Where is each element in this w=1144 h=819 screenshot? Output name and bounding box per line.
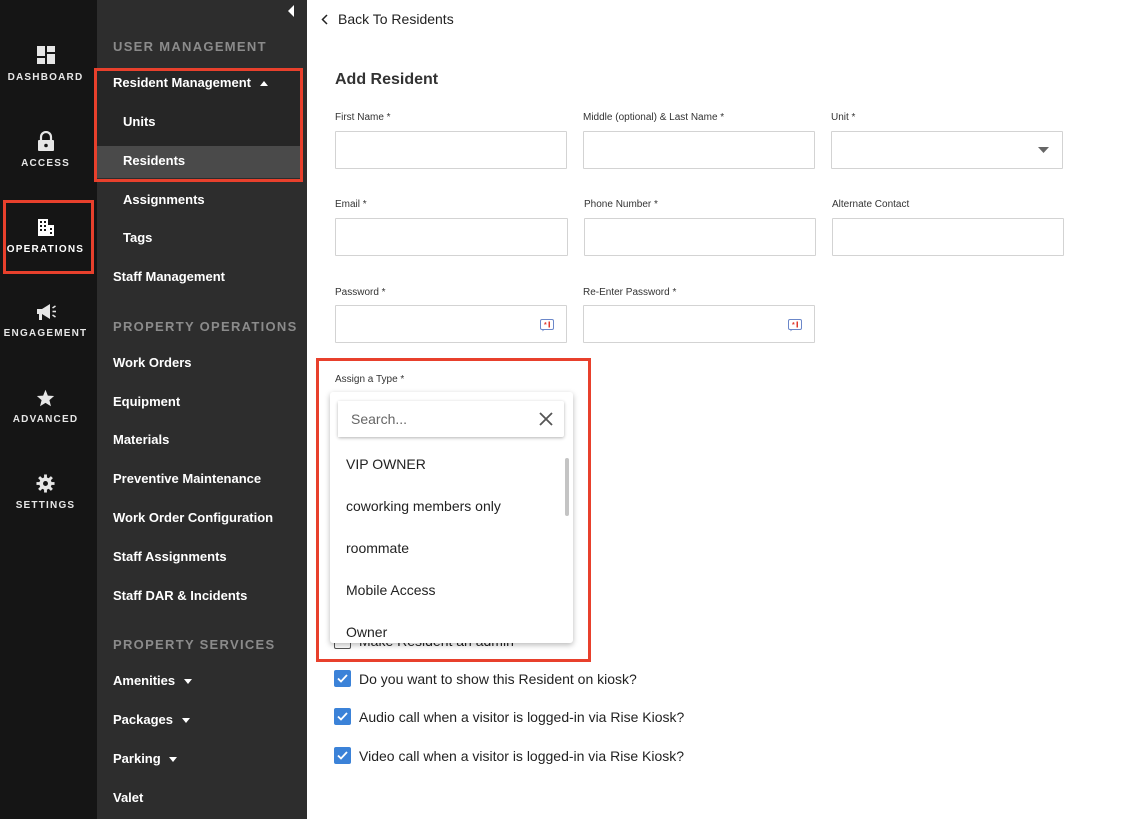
megaphone-icon (36, 304, 56, 320)
nav-amenities[interactable]: Amenities (113, 673, 192, 688)
nav-parking-label: Parking (113, 751, 161, 766)
email-label: Email * (335, 199, 367, 210)
chevron-left-icon (321, 13, 328, 25)
collapse-arrow-icon (288, 5, 294, 17)
password-label: Password * (335, 287, 386, 298)
star-icon (36, 389, 55, 407)
section-property-services: PROPERTY SERVICES (113, 637, 276, 652)
nav-equipment[interactable]: Equipment (113, 394, 180, 409)
nav-work-order-configuration[interactable]: Work Order Configuration (113, 510, 273, 525)
reenter-password-field[interactable]: * (583, 305, 815, 343)
middle-last-name-field[interactable] (583, 131, 815, 169)
main-content: Back To Residents Add Resident First Nam… (307, 0, 1144, 819)
rail-access-label: ACCESS (21, 158, 70, 169)
phone-input[interactable] (585, 219, 815, 255)
video-call-checkbox[interactable] (334, 747, 351, 764)
back-to-residents-link[interactable]: Back To Residents (321, 11, 454, 27)
section-property-operations: PROPERTY OPERATIONS (113, 319, 298, 334)
operations-highlight-box (3, 200, 94, 274)
show-on-kiosk-checkbox[interactable] (334, 670, 351, 687)
icon-rail: DASHBOARD ACCESS OPERATIONS ENGAGEMENT A… (0, 0, 97, 819)
middle-last-name-input[interactable] (584, 132, 814, 168)
video-call-row[interactable]: Video call when a visitor is logged-in v… (334, 747, 684, 764)
nav-preventive-maintenance[interactable]: Preventive Maintenance (113, 471, 261, 486)
section-user-management: USER MANAGEMENT (113, 39, 267, 54)
nav-packages-label: Packages (113, 712, 173, 727)
rail-settings-label: SETTINGS (15, 500, 76, 511)
password-manager-icon: * (540, 319, 554, 332)
nav-tags[interactable]: Tags (123, 230, 152, 245)
unit-label: Unit * (831, 112, 856, 123)
back-link-label: Back To Residents (338, 11, 454, 27)
audio-call-label: Audio call when a visitor is logged-in v… (359, 708, 685, 725)
secondary-nav: USER MANAGEMENT Resident Management Unit… (94, 0, 307, 819)
caret-down-icon (1038, 147, 1049, 153)
rail-advanced-label: ADVANCED (12, 414, 79, 425)
alternate-contact-label: Alternate Contact (832, 199, 910, 210)
first-name-label: First Name * (335, 112, 391, 123)
first-name-input[interactable] (336, 132, 566, 168)
nav-staff-management[interactable]: Staff Management (113, 269, 225, 284)
audio-call-checkbox[interactable] (334, 708, 351, 725)
audio-call-row[interactable]: Audio call when a visitor is logged-in v… (334, 708, 684, 725)
show-on-kiosk-row[interactable]: Do you want to show this Resident on kio… (334, 670, 637, 687)
collapse-sidebar-button[interactable] (287, 4, 295, 22)
gear-icon (36, 474, 55, 493)
rail-access[interactable]: ACCESS (0, 131, 91, 169)
password-field[interactable]: * (335, 305, 567, 343)
svg-text:*: * (544, 322, 547, 329)
nav-staff-dar[interactable]: Staff DAR & Incidents (113, 588, 247, 603)
middle-last-name-label: Middle (optional) & Last Name * (583, 112, 725, 123)
email-field[interactable] (335, 218, 568, 256)
dashboard-icon (36, 46, 55, 64)
password-manager-icon: * (788, 319, 802, 332)
resident-management-highlight-box (94, 68, 303, 182)
reenter-password-label: Re-Enter Password * (583, 287, 677, 298)
rail-dashboard[interactable]: DASHBOARD (0, 45, 91, 83)
nav-packages[interactable]: Packages (113, 712, 190, 727)
nav-amenities-label: Amenities (113, 673, 176, 688)
alternate-contact-field[interactable] (832, 218, 1064, 256)
check-icon (337, 674, 348, 683)
unit-select[interactable] (831, 131, 1063, 169)
rail-dashboard-label: DASHBOARD (7, 72, 84, 83)
caret-down-icon (181, 718, 190, 724)
phone-label: Phone Number * (584, 199, 658, 210)
rail-engagement-label: ENGAGEMENT (3, 328, 88, 339)
show-on-kiosk-label: Do you want to show this Resident on kio… (359, 670, 637, 687)
rail-advanced[interactable]: ADVANCED (0, 389, 91, 425)
page-title: Add Resident (335, 71, 439, 88)
rail-settings[interactable]: SETTINGS (0, 474, 91, 511)
lock-icon (37, 131, 54, 151)
check-icon (337, 751, 348, 760)
nav-parking[interactable]: Parking (113, 751, 178, 766)
alternate-contact-input[interactable] (833, 219, 1063, 255)
rail-engagement[interactable]: ENGAGEMENT (0, 303, 91, 339)
video-call-label: Video call when a visitor is logged-in v… (359, 747, 685, 764)
nav-staff-assignments[interactable]: Staff Assignments (113, 549, 227, 564)
nav-valet[interactable]: Valet (113, 790, 143, 805)
caret-down-icon (169, 757, 178, 763)
nav-materials[interactable]: Materials (113, 432, 169, 447)
phone-field[interactable] (584, 218, 816, 256)
nav-assignments[interactable]: Assignments (123, 192, 205, 207)
check-icon (337, 712, 348, 721)
nav-work-orders[interactable]: Work Orders (113, 355, 192, 370)
caret-down-icon (183, 679, 192, 685)
svg-text:*: * (792, 322, 795, 329)
first-name-field[interactable] (335, 131, 567, 169)
assign-type-highlight-box (316, 358, 591, 662)
email-input[interactable] (336, 219, 567, 255)
